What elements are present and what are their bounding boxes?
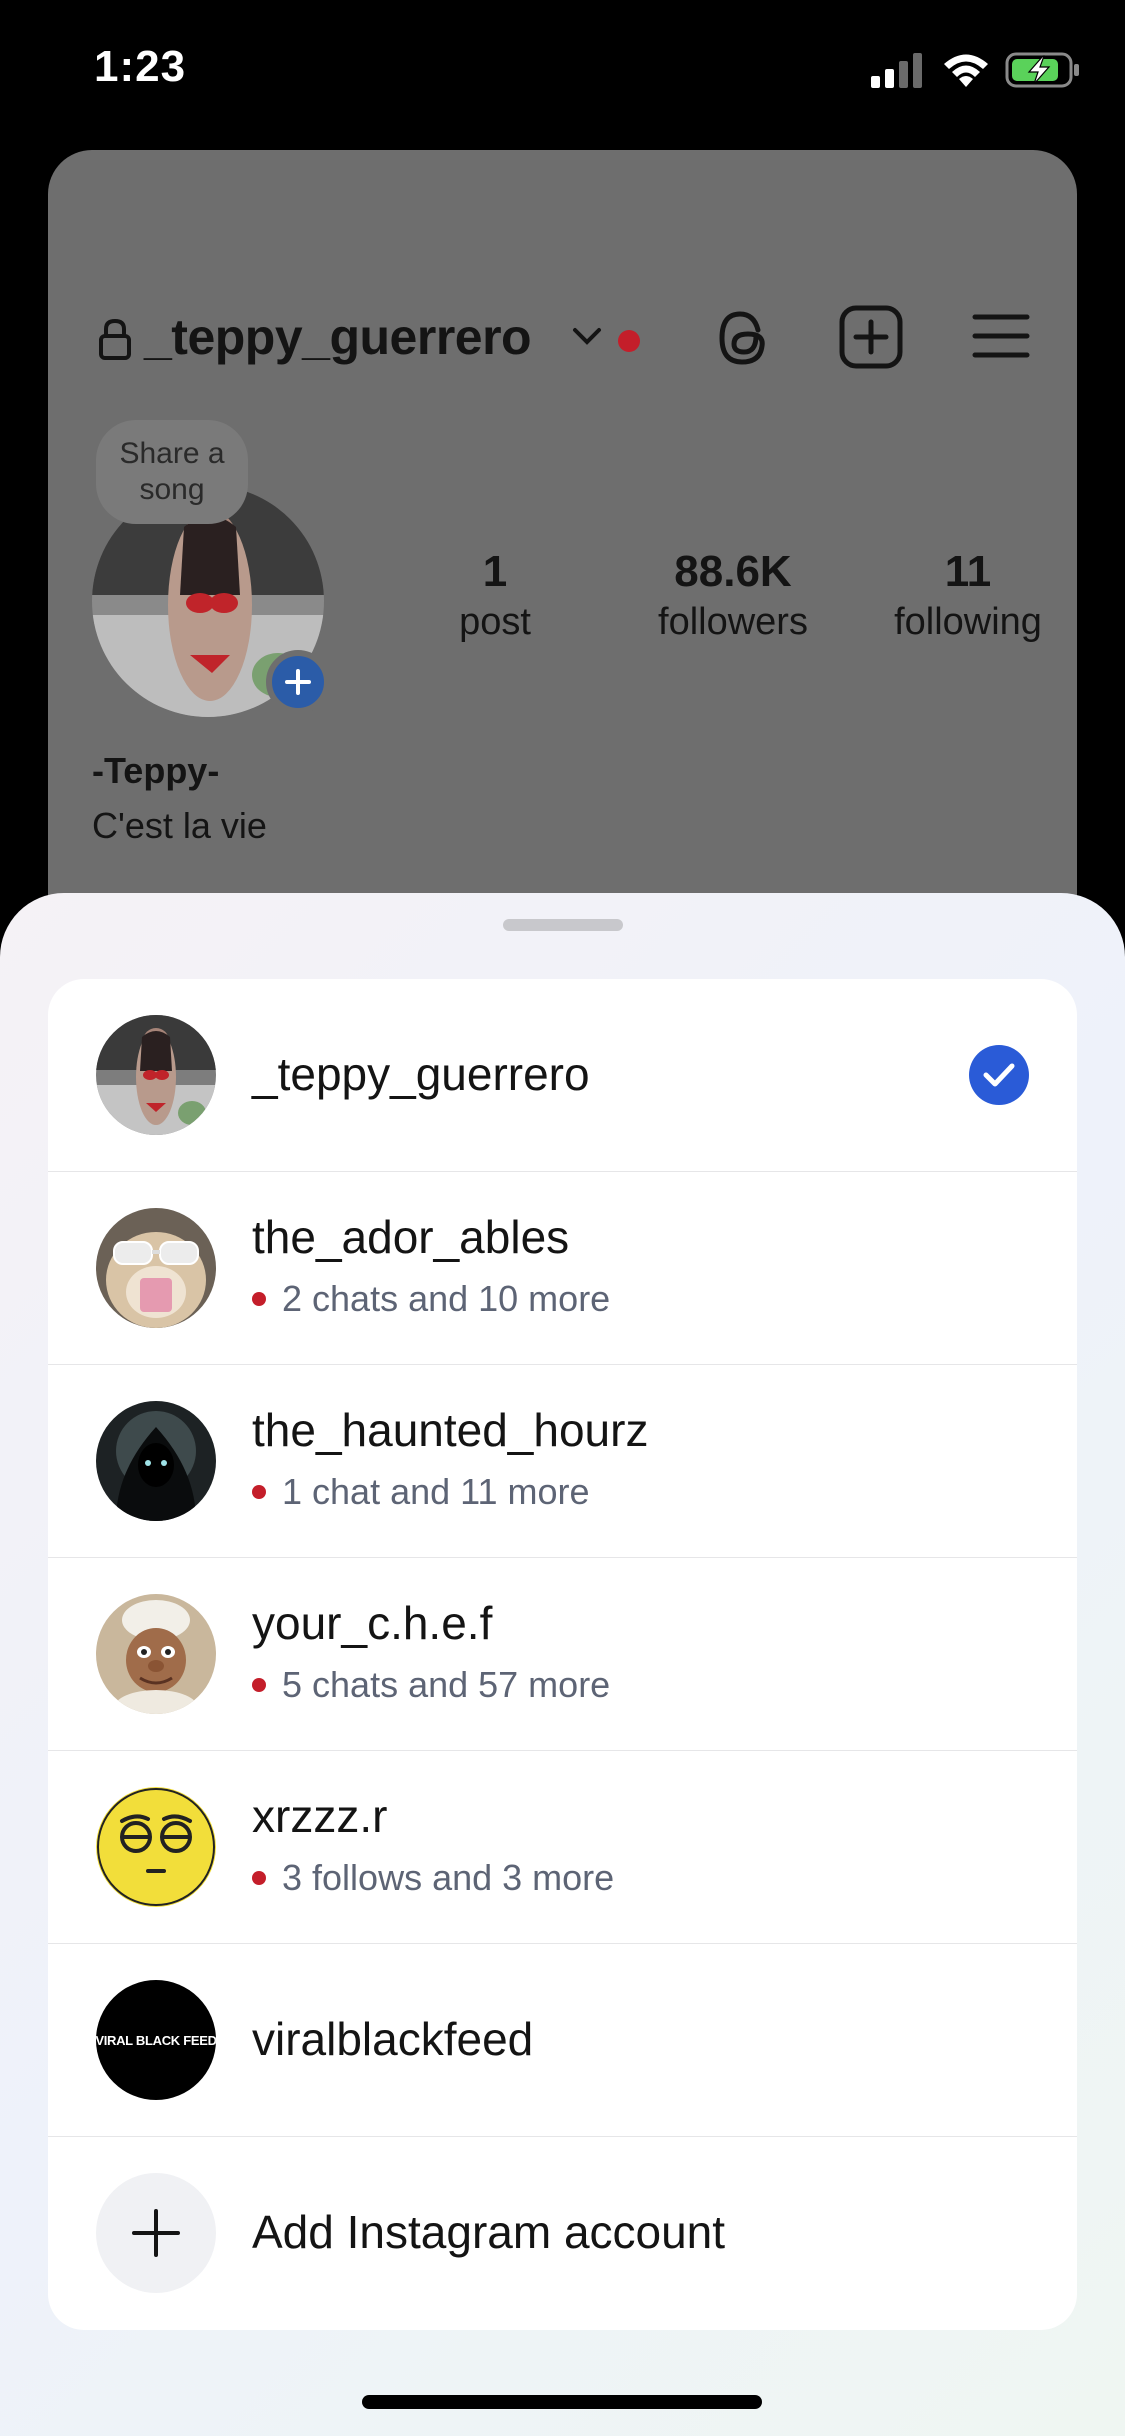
account-switcher-sheet: _teppy_guerrero the_ador_ables 2 chats a… [0,893,1125,2436]
notification-dot [252,1292,266,1306]
create-post-icon[interactable] [838,304,904,370]
notification-dot [252,1678,266,1692]
account-activity: 2 chats and 10 more [252,1278,610,1320]
profile-username[interactable]: _teppy_guerrero [144,308,532,366]
account-username: viralblackfeed [252,2013,534,2065]
posts-label: post [459,601,531,643]
sheet-grabber[interactable] [503,919,623,931]
account-username: _teppy_guerrero [252,1048,590,1100]
posts-count: 1 [482,547,508,596]
plus-icon [132,2209,180,2257]
wifi-icon [944,54,988,87]
account-username: the_ador_ables [252,1211,570,1263]
notification-dot [252,1485,266,1499]
plus-icon [285,669,311,695]
account-avatar [96,1401,216,1521]
posts-stat[interactable]: 1 post [420,545,570,645]
account-row[interactable]: _teppy_guerrero [48,979,1077,1172]
followers-count: 88.6K [674,547,792,596]
account-avatar [96,1015,216,1135]
account-row[interactable]: VIRAL BLACK FEED viralblackfeed [48,1944,1077,2137]
account-activity-text: 3 follows and 3 more [282,1857,615,1898]
status-time: 1:23 [94,42,187,91]
lock-icon [99,318,131,360]
notification-dot [618,330,640,352]
account-row[interactable]: xrzzz.r 3 follows and 3 more [48,1751,1077,1944]
account-activity: 3 follows and 3 more [252,1857,614,1899]
account-activity-text: 2 chats and 10 more [282,1278,611,1319]
share-song-bubble[interactable]: Share a song [96,420,248,524]
account-avatar [96,1208,216,1328]
threads-icon[interactable] [708,300,778,376]
bio-text: C'est la vie [92,805,267,846]
battery-charging-icon [1005,52,1079,88]
status-icons [871,48,1081,92]
account-avatar [96,1594,216,1714]
following-count: 11 [944,547,992,596]
profile-header: _teppy_guerrero [48,300,1077,380]
account-activity-text: 5 chats and 57 more [282,1664,611,1705]
selected-check-icon [969,1045,1029,1105]
add-story-button[interactable] [266,650,330,714]
menu-icon[interactable] [972,312,1030,360]
account-row[interactable]: your_c.h.e.f 5 chats and 57 more [48,1558,1077,1751]
status-bar: 1:23 [0,0,1125,140]
account-username: your_c.h.e.f [252,1597,493,1649]
home-indicator[interactable] [362,2395,762,2409]
account-activity: 1 chat and 11 more [252,1471,590,1513]
following-label: following [894,601,1042,643]
account-list: _teppy_guerrero the_ador_ables 2 chats a… [48,979,1077,2330]
add-account-label: Add Instagram account [252,2206,726,2258]
notification-dot [252,1871,266,1885]
account-activity: 5 chats and 57 more [252,1664,610,1706]
account-avatar [96,1787,216,1907]
account-username: xrzzz.r [252,1790,388,1842]
account-activity-text: 1 chat and 11 more [282,1471,590,1512]
followers-label: followers [658,601,808,643]
account-username: the_haunted_hourz [252,1404,649,1456]
chevron-down-icon[interactable] [572,326,602,346]
account-avatar: VIRAL BLACK FEED [96,1980,216,2100]
account-row[interactable]: the_haunted_hourz 1 chat and 11 more [48,1365,1077,1558]
display-name: -Teppy- [92,750,220,791]
avatar-logo-text: VIRAL BLACK FEED [96,2032,216,2048]
cellular-signal-icon [871,53,922,88]
followers-stat[interactable]: 88.6K followers [628,545,838,645]
account-row[interactable]: the_ador_ables 2 chats and 10 more [48,1172,1077,1365]
add-account-button[interactable]: Add Instagram account [48,2137,1077,2330]
add-account-icon-circle [96,2173,216,2293]
following-stat[interactable]: 11 following [878,545,1058,645]
